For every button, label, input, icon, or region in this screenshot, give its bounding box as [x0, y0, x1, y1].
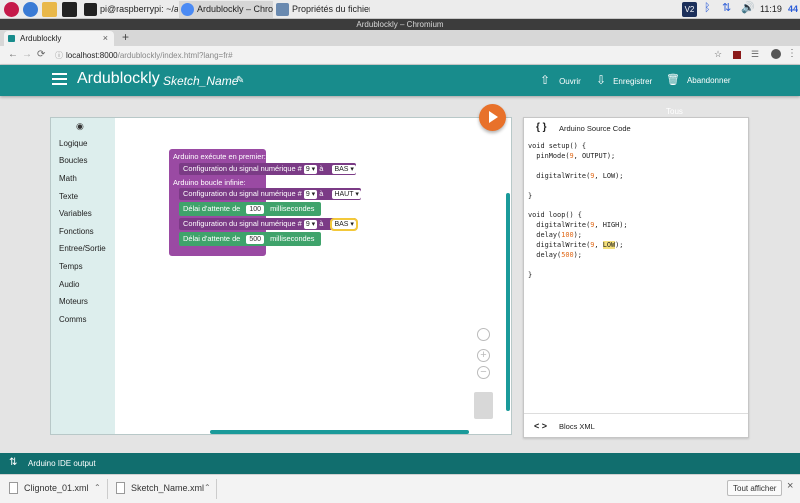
window-title: Ardublockly – Chromium [0, 19, 800, 30]
toolbox-category[interactable]: Temps [59, 262, 83, 271]
file-manager-icon[interactable] [42, 2, 57, 17]
show-all-button[interactable]: Tout afficher [727, 480, 783, 496]
trash-icon: 🗑 [666, 74, 680, 86]
properties-icon [276, 3, 289, 16]
ide-output-bar[interactable]: ⇅ Arduino IDE output [0, 453, 800, 474]
toolbox-category[interactable]: Moteurs [59, 297, 88, 306]
hide-toolbox-eye-icon[interactable]: ◉ [76, 121, 84, 132]
toolbox-category[interactable]: Logique [59, 139, 87, 148]
chromium-icon [181, 3, 194, 16]
toolbox: ◉ Logique Boucles Math Texte Variables F… [50, 117, 115, 435]
run-button[interactable] [479, 104, 506, 131]
pin-dropdown[interactable]: 9 ▾ [303, 220, 318, 229]
delay-block[interactable]: Délai d'attente de 500 millisecondes [179, 232, 321, 246]
menu-icon[interactable]: ☰ [751, 49, 759, 60]
code-panel: { } Arduino Source Code void setup() { p… [523, 117, 749, 438]
app-header: Ardublockly Sketch_Name ✎ ⇧ Ouvrir ⇩ Enreg… [0, 65, 800, 116]
expand-arrows-icon[interactable]: ⇅ [9, 457, 17, 468]
tab-strip [0, 30, 800, 46]
volume-icon[interactable]: 🔊 [741, 1, 755, 14]
pin-dropdown[interactable]: 9 ▾ [303, 190, 318, 199]
play-icon [489, 111, 498, 123]
info-icon[interactable]: ⓘ [55, 50, 63, 61]
vertical-scrollbar[interactable] [506, 193, 510, 411]
state-dropdown[interactable]: HAUT ▾ [332, 190, 361, 199]
delay-block[interactable]: Délai d'attente de 100 millisecondes [179, 202, 321, 216]
download-item[interactable]: Clignote_01.xml [24, 483, 89, 493]
chevron-up-icon[interactable]: ⌃ [204, 483, 211, 492]
zoom-in-icon[interactable]: + [477, 349, 490, 362]
setup-label: Arduino exécute en premier: [173, 152, 266, 161]
xml-blocks-tab[interactable]: Blocs XML [559, 422, 595, 431]
digital-write-block[interactable]: Configuration du signal numérique # 9 ▾ … [179, 163, 356, 175]
discard-all-button[interactable]: 🗑 Abandonner Tous [666, 65, 748, 116]
terminal-icon [84, 3, 97, 16]
network-icon[interactable]: ⇅ [722, 1, 731, 14]
open-button[interactable]: ⇧ Ouvrir [540, 65, 590, 96]
ardublockly-favicon [8, 35, 15, 42]
close-tab-icon[interactable]: × [103, 31, 108, 46]
upload-icon: ⇧ [540, 73, 551, 87]
loop-label: Arduino boucle infinie: [173, 178, 246, 187]
taskbar-task-chromium[interactable]: Ardublockly – Chromi... [179, 1, 273, 18]
toolbox-category[interactable]: Audio [59, 280, 79, 289]
toolbox-category[interactable]: Fonctions [59, 227, 94, 236]
sketch-name[interactable]: Sketch_Name [163, 74, 238, 88]
digital-write-block[interactable]: Configuration du signal numérique # 9 ▾ … [179, 218, 358, 231]
digital-write-block[interactable]: Configuration du signal numérique # 9 ▾ … [179, 188, 361, 200]
save-button[interactable]: ⇩ Enregistrer [596, 65, 656, 96]
edit-pencil-icon[interactable]: ✎ [236, 75, 244, 86]
bookmark-star-icon[interactable]: ☆ [714, 49, 722, 60]
toolbox-category[interactable]: Boucles [59, 156, 87, 165]
zoom-out-icon[interactable]: − [477, 366, 490, 379]
new-tab-button[interactable]: + [122, 30, 129, 44]
blockly-workspace[interactable]: Arduino exécute en premier: Arduino bouc… [115, 104, 512, 435]
state-dropdown[interactable]: BAS ▾ [332, 165, 356, 174]
back-icon[interactable]: ← [8, 49, 18, 60]
taskbar-task-properties[interactable]: Propriétés du fichier [274, 1, 370, 18]
downloads-shelf: Clignote_01.xml ⌃ Sketch_Name.xml ⌃ Tout… [0, 474, 800, 503]
reload-icon[interactable]: ⟳ [37, 49, 45, 60]
toolbox-category[interactable]: Variables [59, 209, 92, 218]
address-bar-row: ← → ⟳ ⓘ localhost:8000/ardublockly/index… [0, 46, 800, 65]
delay-value-field[interactable]: 500 [246, 235, 265, 244]
taskbar: pi@raspberrypi: ~/ar... Ardublockly – Ch… [0, 0, 800, 19]
raspberry-menu-icon[interactable] [4, 2, 19, 17]
chevron-up-icon[interactable]: ⌃ [94, 483, 101, 492]
pin-dropdown[interactable]: 9 ▾ [303, 165, 318, 174]
delay-value-field[interactable]: 100 [246, 205, 265, 214]
web-browser-icon[interactable] [23, 2, 38, 17]
tab-ardublockly[interactable]: Ardublockly × [4, 31, 114, 46]
clock: 11:19 [760, 4, 782, 14]
url-field[interactable]: localhost:8000/ardublockly/index.html?la… [66, 51, 233, 60]
download-item[interactable]: Sketch_Name.xml [131, 483, 204, 493]
app-title: Ardublockly [77, 70, 160, 87]
toolbox-category[interactable]: Comms [59, 315, 87, 324]
forward-icon[interactable]: → [22, 49, 32, 60]
taskbar-task-terminal[interactable]: pi@raspberrypi: ~/ar... [82, 1, 178, 18]
code-panel-title: Arduino Source Code [559, 124, 631, 133]
toolbox-category[interactable]: Entree/Sortie [59, 244, 106, 253]
cpu-monitor: 44 [788, 4, 799, 14]
terminal-icon[interactable] [62, 2, 77, 17]
braces-icon: { } [536, 122, 547, 133]
vnc-icon[interactable]: V2 [682, 2, 697, 17]
profile-icon[interactable] [771, 49, 781, 59]
bluetooth-icon[interactable]: ᛒ [704, 2, 711, 14]
state-dropdown[interactable]: BAS ▾ [330, 218, 358, 231]
file-icon [9, 482, 18, 494]
download-icon: ⇩ [596, 73, 607, 87]
toolbox-category[interactable]: Math [59, 174, 77, 183]
file-icon [116, 482, 125, 494]
trash-can-icon[interactable] [474, 392, 493, 419]
toolbox-category[interactable]: Texte [59, 192, 78, 201]
hamburger-menu-icon[interactable] [52, 72, 67, 86]
extension-icon[interactable] [733, 51, 741, 59]
close-downloads-icon[interactable]: × [787, 480, 793, 492]
horizontal-scrollbar[interactable] [210, 430, 469, 434]
more-options-icon[interactable]: ⋮ [787, 48, 797, 59]
recenter-icon[interactable] [477, 328, 490, 341]
arduino-source-code: void setup() { pinMode(9, OUTPUT); digit… [528, 142, 628, 279]
code-brackets-icon: < > [534, 421, 548, 431]
